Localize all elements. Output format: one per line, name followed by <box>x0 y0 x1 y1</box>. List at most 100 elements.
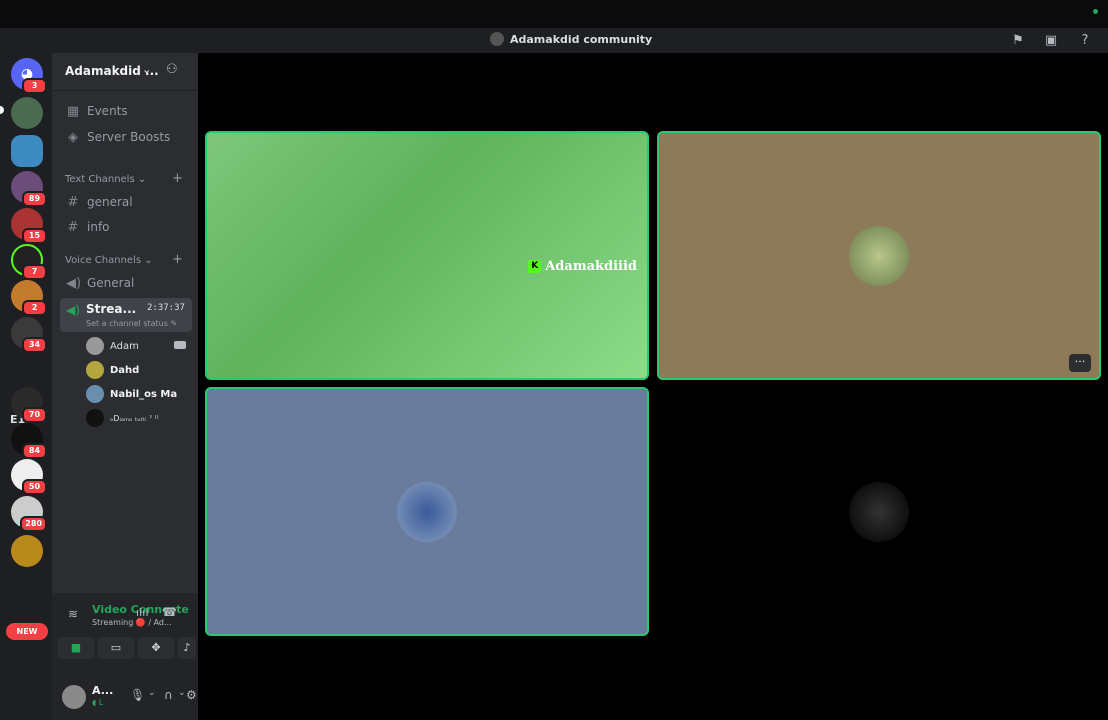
voice-member[interactable]: Nabil_os Ma <box>86 384 177 404</box>
notification-badge: 3 <box>22 78 47 94</box>
channel-status-text: Set a channel status <box>86 319 168 328</box>
help-icon[interactable]: ? <box>1076 32 1094 50</box>
notification-badge: 280 <box>20 516 47 532</box>
channel-label: Strea... <box>86 302 137 316</box>
add-user-icon[interactable]: ⚇ <box>166 62 178 77</box>
server-item[interactable]: 34 <box>11 317 47 353</box>
server-item[interactable]: 70 <box>11 387 47 423</box>
channel-status-link[interactable]: Set a channel status ✎ <box>86 319 177 328</box>
voice-connection-panel: ≋ Video Connecte Streaming 🔴 / Ad... ıIı… <box>52 593 198 720</box>
user-name[interactable]: A... <box>92 684 113 697</box>
events-item[interactable]: ▦ Events <box>60 100 190 122</box>
flag-icon[interactable]: ⚑ <box>1009 32 1027 50</box>
video-stage: K Adamakdiiid ··· <box>198 53 1108 720</box>
user-panel: A... ◖ L 🎙 ⌄ ∩ ⌄ ⚙ <box>52 673 198 720</box>
voice-member[interactable]: ₒDᵢₐₘₒ ₜᵤₜₜᵢ ˀ ⁽⁾ <box>86 408 159 428</box>
server-item[interactable] <box>11 135 43 167</box>
notification-badge: 15 <box>22 228 47 244</box>
server-boosts-item[interactable]: ◈ Server Boosts <box>60 126 190 148</box>
text-channels-category[interactable]: Text Channels ⌄ <box>65 174 146 185</box>
channel-info[interactable]: # info <box>60 216 190 238</box>
streamer-name: Adamakdiiid <box>545 259 637 274</box>
server-item[interactable]: 50 <box>11 459 47 495</box>
boosts-label: Server Boosts <box>87 130 171 144</box>
server-item[interactable] <box>11 97 43 129</box>
category-label: Voice Channels <box>65 255 142 266</box>
server-item[interactable]: 84 <box>11 423 47 459</box>
status-dot <box>1093 9 1098 14</box>
avatar <box>397 481 457 542</box>
video-tile-streamer[interactable]: K Adamakdiiid <box>205 131 649 380</box>
avatar <box>86 409 104 427</box>
hashtag-icon: # <box>67 219 79 235</box>
chevron-down-icon: ⌄ <box>142 63 152 76</box>
voice-member[interactable]: Dahd <box>86 360 139 380</box>
member-name: Adam <box>110 340 139 352</box>
avatar <box>86 385 104 403</box>
notification-badge: 50 <box>22 479 47 495</box>
signal-icon[interactable]: ≋ <box>68 607 78 621</box>
member-name: Dahd <box>110 364 140 376</box>
server-avatar <box>11 97 43 129</box>
add-voice-channel-icon[interactable]: + <box>172 252 183 267</box>
noise-suppression-icon[interactable]: ıIıI <box>136 606 149 619</box>
server-item[interactable]: 280 <box>11 496 47 532</box>
channel-sidebar: Adamakdid ... ⌄ ⚇ ▦ Events ◈ Server Boos… <box>52 53 198 720</box>
video-tile-participant[interactable]: ··· <box>657 131 1101 380</box>
gear-icon[interactable]: ⚙ <box>186 688 197 702</box>
inbox-icon[interactable]: ▣ <box>1042 32 1060 50</box>
camera-button[interactable]: ■ <box>58 637 94 659</box>
notification-badge: 70 <box>22 407 47 423</box>
member-name: ₒDᵢₐₘₒ ₜᵤₜₜᵢ ˀ ⁽⁾ <box>110 413 159 423</box>
voice-channel-stream[interactable]: ◀) Strea... 2:37:37 Set a channel status… <box>60 298 192 332</box>
video-tile-participant[interactable] <box>205 387 649 636</box>
add-text-channel-icon[interactable]: + <box>172 171 183 186</box>
notification-badge: 2 <box>22 300 47 316</box>
member-name: Nabil_os Ma <box>110 388 178 400</box>
channel-general[interactable]: # general <box>60 191 190 213</box>
notification-badge: 34 <box>22 337 47 353</box>
avatar <box>86 361 104 379</box>
server-item[interactable]: 7 <box>11 244 47 280</box>
disconnect-icon[interactable]: ☎ <box>162 605 177 619</box>
server-item[interactable] <box>11 535 43 567</box>
speaker-icon: ◀) <box>66 275 82 291</box>
server-avatar <box>11 535 43 567</box>
stream-timer: 2:37:37 <box>147 303 185 313</box>
new-badge[interactable]: NEW <box>6 623 48 640</box>
headphones-icon[interactable]: ∩ <box>164 688 173 702</box>
notification-badge: 89 <box>22 191 47 207</box>
server-item[interactable]: 89 <box>11 171 47 207</box>
server-header[interactable]: Adamakdid ... ⌄ ⚇ <box>52 53 198 91</box>
soundboard-button[interactable]: ♪ <box>178 637 196 659</box>
speaker-icon: ◀) <box>66 303 80 317</box>
server-item[interactable]: 15 <box>11 208 47 244</box>
user-status: ◖ L <box>92 698 104 707</box>
chevron-down-icon[interactable]: ⌄ <box>148 688 156 698</box>
voice-channel-general[interactable]: ◀) General <box>60 272 190 294</box>
camera-icon <box>174 341 186 349</box>
channel-label: info <box>87 220 110 234</box>
notification-badge: 84 <box>22 443 47 459</box>
avatar <box>849 225 909 286</box>
channel-label: General <box>87 276 135 290</box>
video-tile-participant[interactable] <box>657 387 1101 636</box>
screen-share-button[interactable]: ▭ <box>98 637 134 659</box>
category-label: Text Channels <box>65 174 135 185</box>
title-bar: Adamakdid community ⚑ ▣ ? <box>0 28 1108 53</box>
kick-icon: K <box>528 260 542 273</box>
server-discord-home[interactable]: ◕ 3 <box>11 58 47 94</box>
selected-server-pill <box>0 106 4 114</box>
os-menu-bar <box>0 0 1108 28</box>
server-item[interactable]: 2 <box>11 280 47 316</box>
chevron-down-icon[interactable]: ⌄ <box>178 688 186 698</box>
avatar[interactable] <box>62 685 86 709</box>
server-icon <box>490 32 504 46</box>
more-options-button[interactable]: ··· <box>1069 354 1091 372</box>
voice-channels-category[interactable]: Voice Channels ⌄ <box>65 255 153 266</box>
activities-button[interactable]: ✥ <box>138 637 174 659</box>
hashtag-icon: # <box>67 194 79 210</box>
voice-member[interactable]: Adam <box>86 336 139 356</box>
microphone-icon[interactable]: 🎙 <box>130 688 145 702</box>
notification-badge: 7 <box>22 264 47 280</box>
